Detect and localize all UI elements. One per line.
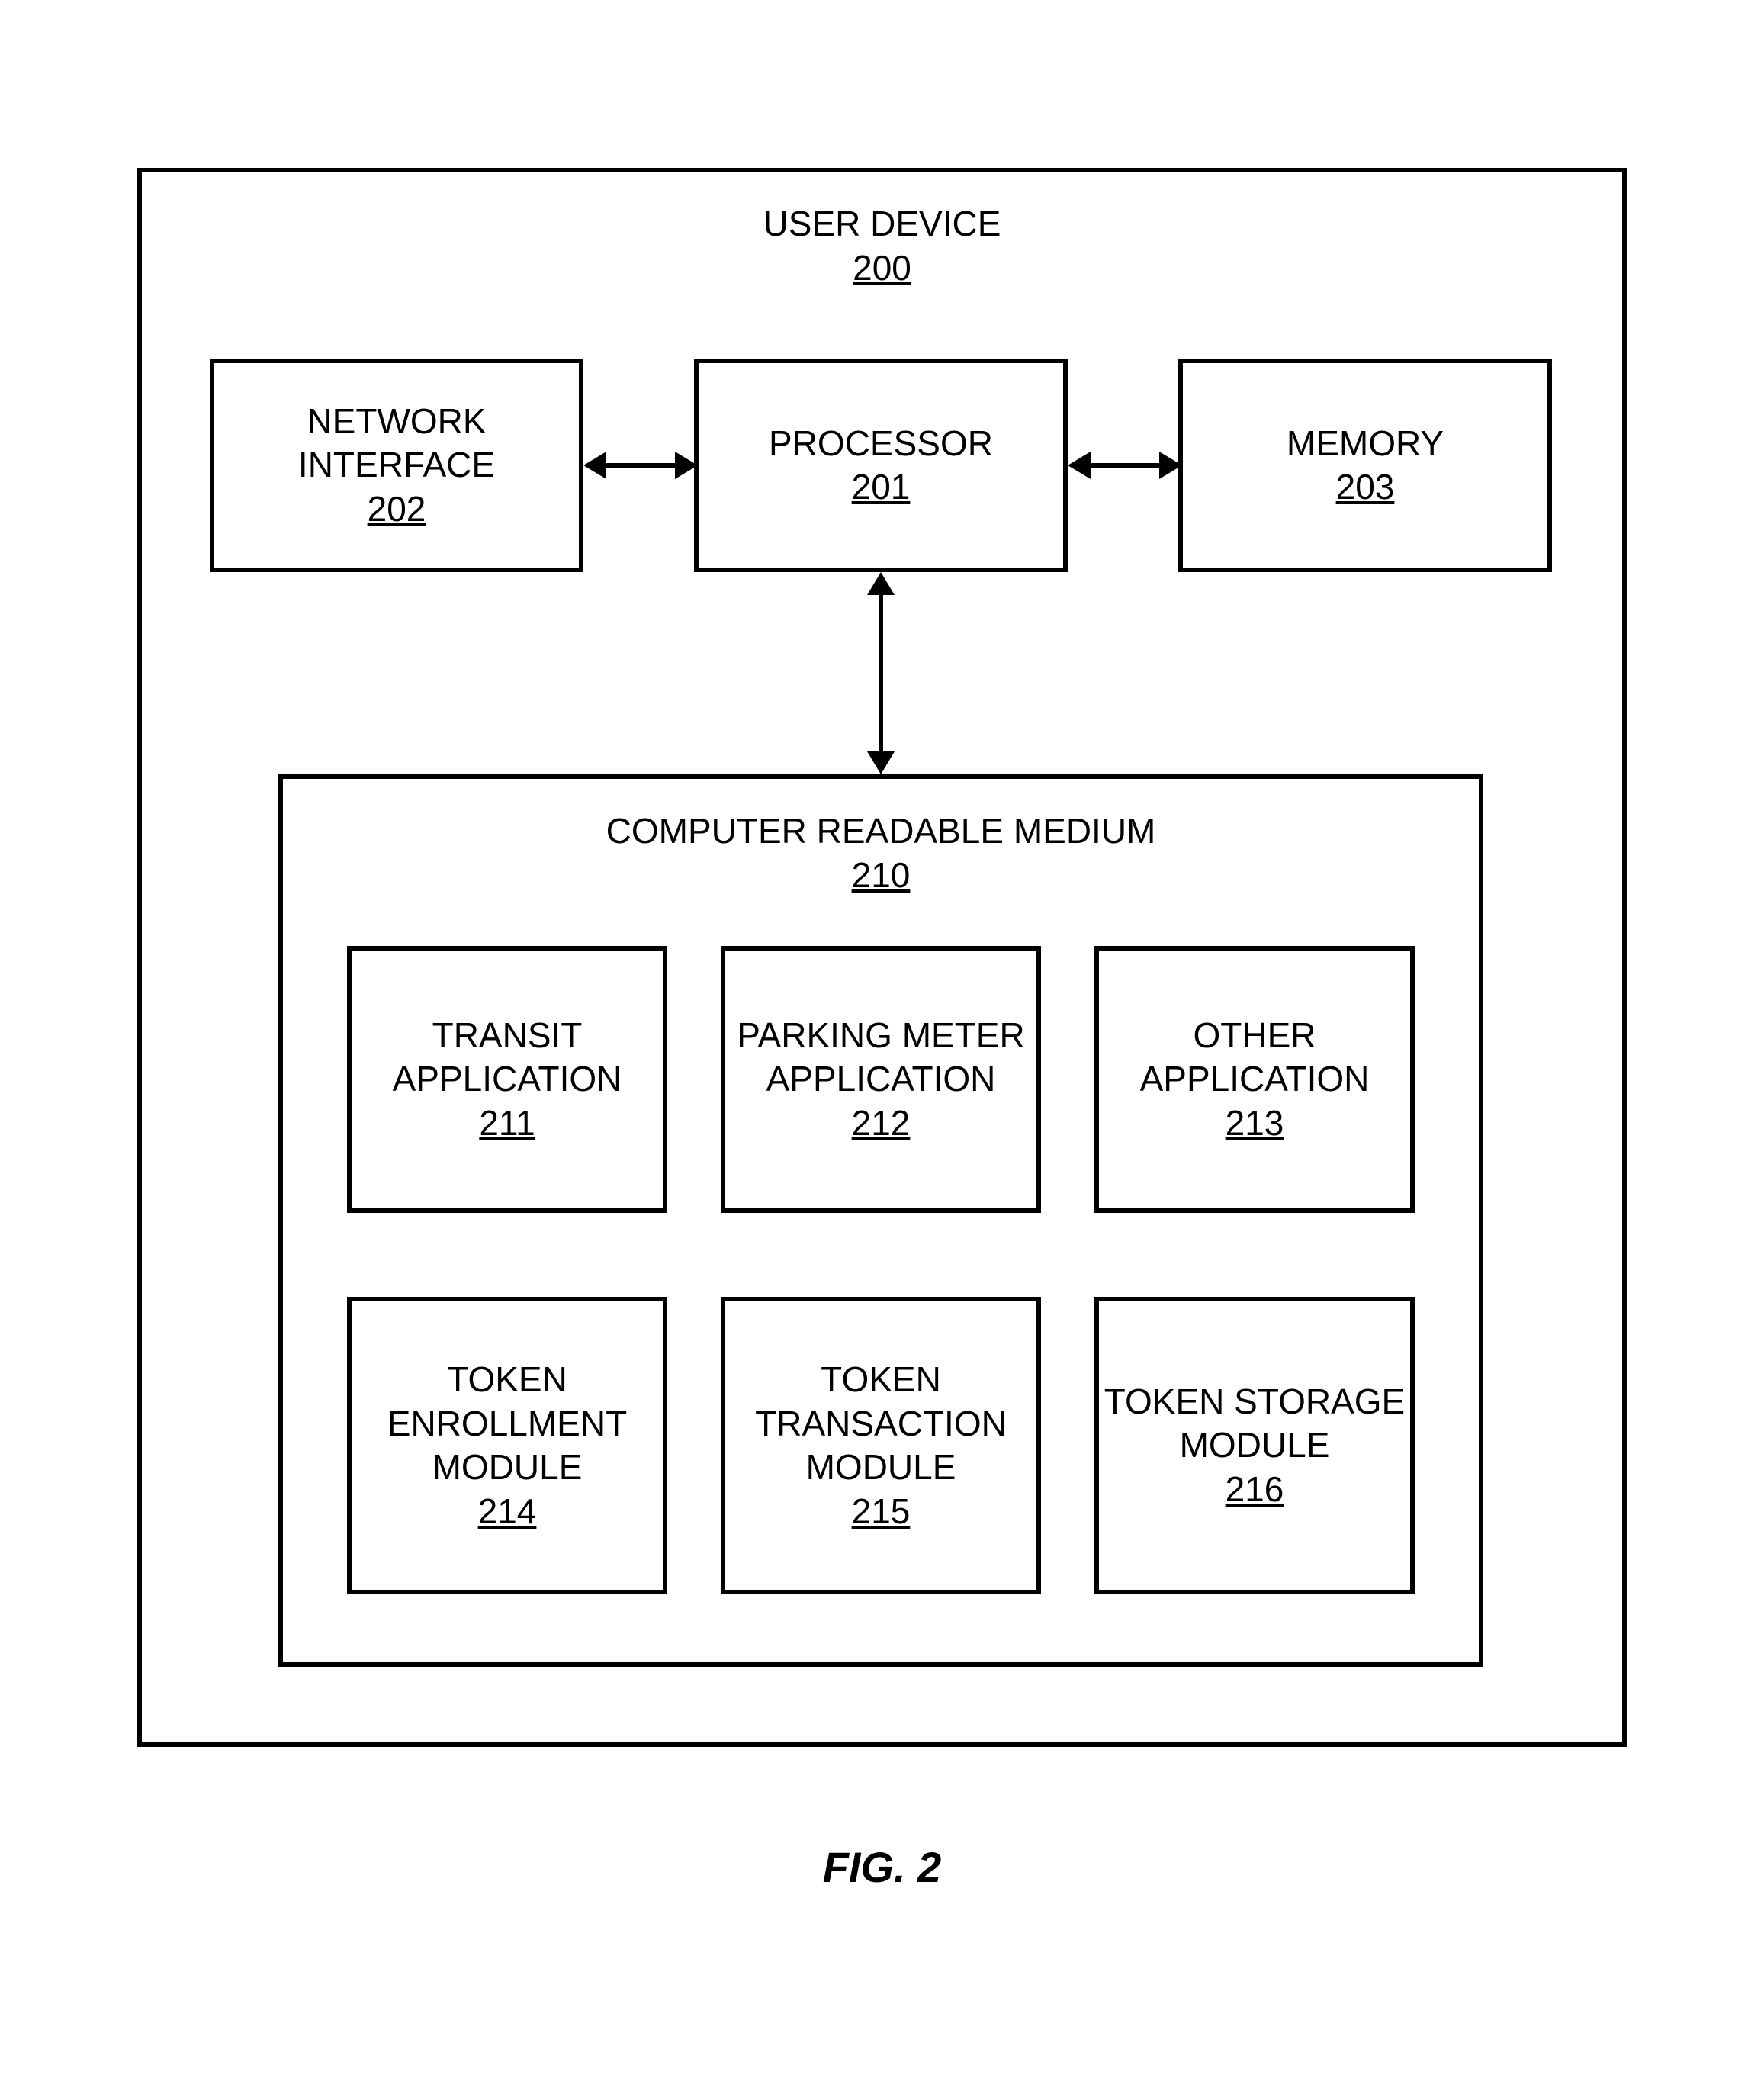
network-interface-ref: 202 (368, 487, 426, 532)
parking-app-label2: APPLICATION (766, 1057, 996, 1102)
network-interface-label1: NETWORK (307, 400, 486, 444)
arrow-proc-mem-left (1068, 452, 1091, 479)
token-storage-ref: 216 (1226, 1468, 1284, 1512)
transit-app-box: TRANSIT APPLICATION 211 (347, 946, 667, 1213)
arrow-ni-proc-right (675, 452, 698, 479)
other-app-label2: APPLICATION (1140, 1057, 1370, 1102)
processor-box: PROCESSOR 201 (694, 359, 1068, 572)
diagram-canvas: USER DEVICE 200 NETWORK INTERFACE 202 PR… (137, 168, 1627, 1910)
token-enroll-label1: TOKEN (447, 1358, 567, 1402)
arrow-proc-mem-right (1159, 452, 1182, 479)
token-enroll-label3: MODULE (432, 1446, 583, 1490)
token-trans-label2: TRANSACTION (755, 1402, 1007, 1446)
token-trans-ref: 215 (852, 1490, 911, 1534)
memory-label: MEMORY (1287, 422, 1444, 466)
processor-label: PROCESSOR (769, 422, 993, 466)
arrow-proc-crm-up (867, 572, 895, 595)
transit-app-label1: TRANSIT (432, 1014, 583, 1058)
token-storage-box: TOKEN STORAGE MODULE 216 (1094, 1297, 1415, 1594)
network-interface-box: NETWORK INTERFACE 202 (210, 359, 583, 572)
parking-app-ref: 212 (852, 1102, 911, 1146)
token-enroll-label2: ENROLLMENT (387, 1402, 627, 1446)
other-app-box: OTHER APPLICATION 213 (1094, 946, 1415, 1213)
token-storage-label1: TOKEN STORAGE (1104, 1380, 1406, 1424)
token-trans-box: TOKEN TRANSACTION MODULE 215 (721, 1297, 1041, 1594)
network-interface-label2: INTERFACE (298, 443, 495, 487)
token-enroll-box: TOKEN ENROLLMENT MODULE 214 (347, 1297, 667, 1594)
crm-label: COMPUTER READABLE MEDIUM (606, 809, 1156, 854)
figure-label: FIG. 2 (137, 1842, 1627, 1892)
arrow-proc-crm-down (867, 751, 895, 774)
crm-ref: 210 (852, 854, 911, 898)
token-enroll-ref: 214 (478, 1490, 537, 1534)
parking-app-label1: PARKING METER (737, 1014, 1024, 1058)
memory-ref: 203 (1336, 465, 1395, 510)
arrow-proc-crm-line (879, 587, 883, 759)
token-trans-label3: MODULE (806, 1446, 956, 1490)
user-device-label: USER DEVICE (137, 202, 1627, 246)
arrow-proc-mem-line (1083, 463, 1167, 468)
transit-app-label2: APPLICATION (393, 1057, 622, 1102)
user-device-title: USER DEVICE 200 (137, 202, 1627, 290)
transit-app-ref: 211 (479, 1102, 535, 1146)
parking-app-box: PARKING METER APPLICATION 212 (721, 946, 1041, 1213)
other-app-ref: 213 (1226, 1102, 1284, 1146)
user-device-ref: 200 (137, 246, 1627, 291)
token-trans-label1: TOKEN (821, 1358, 941, 1402)
arrow-ni-proc-line (599, 463, 683, 468)
processor-ref: 201 (852, 465, 911, 510)
memory-box: MEMORY 203 (1178, 359, 1552, 572)
token-storage-label2: MODULE (1180, 1423, 1330, 1468)
other-app-label1: OTHER (1194, 1014, 1316, 1058)
arrow-ni-proc-left (583, 452, 606, 479)
